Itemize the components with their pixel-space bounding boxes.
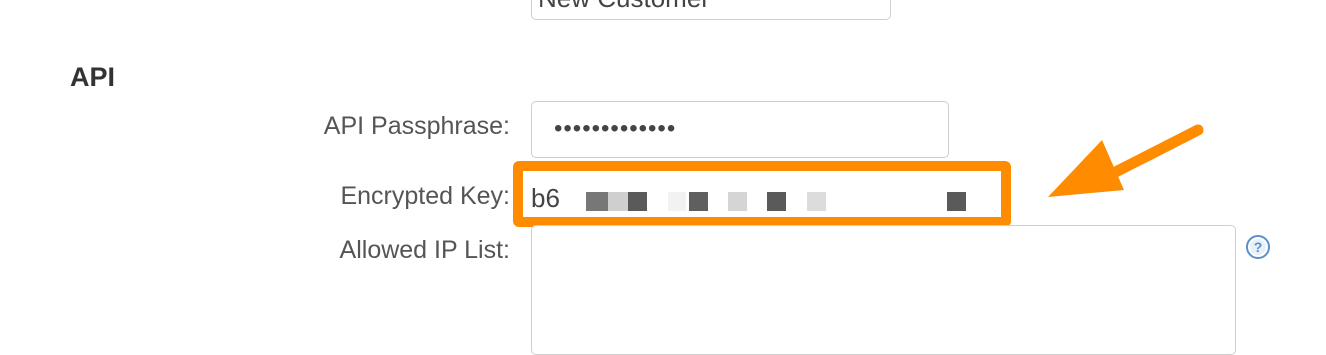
encrypted-key-highlight xyxy=(513,161,1011,227)
api-passphrase-label: API Passphrase: xyxy=(323,112,510,140)
allowed-ip-label: Allowed IP List: xyxy=(339,236,510,264)
svg-text:?: ? xyxy=(1254,239,1263,255)
help-question-icon[interactable]: ? xyxy=(1245,234,1271,260)
customer-name-field[interactable]: New Customer xyxy=(531,0,891,20)
allowed-ip-textarea[interactable] xyxy=(531,225,1236,355)
encrypted-key-label: Encrypted Key: xyxy=(340,182,510,210)
orange-arrow-icon xyxy=(1048,124,1204,197)
api-passphrase-input[interactable]: ••••••••••••• xyxy=(531,101,949,158)
api-passphrase-value: ••••••••••••• xyxy=(554,115,677,142)
customer-name-value: New Customer xyxy=(538,0,710,11)
api-section-heading: API xyxy=(70,62,116,92)
